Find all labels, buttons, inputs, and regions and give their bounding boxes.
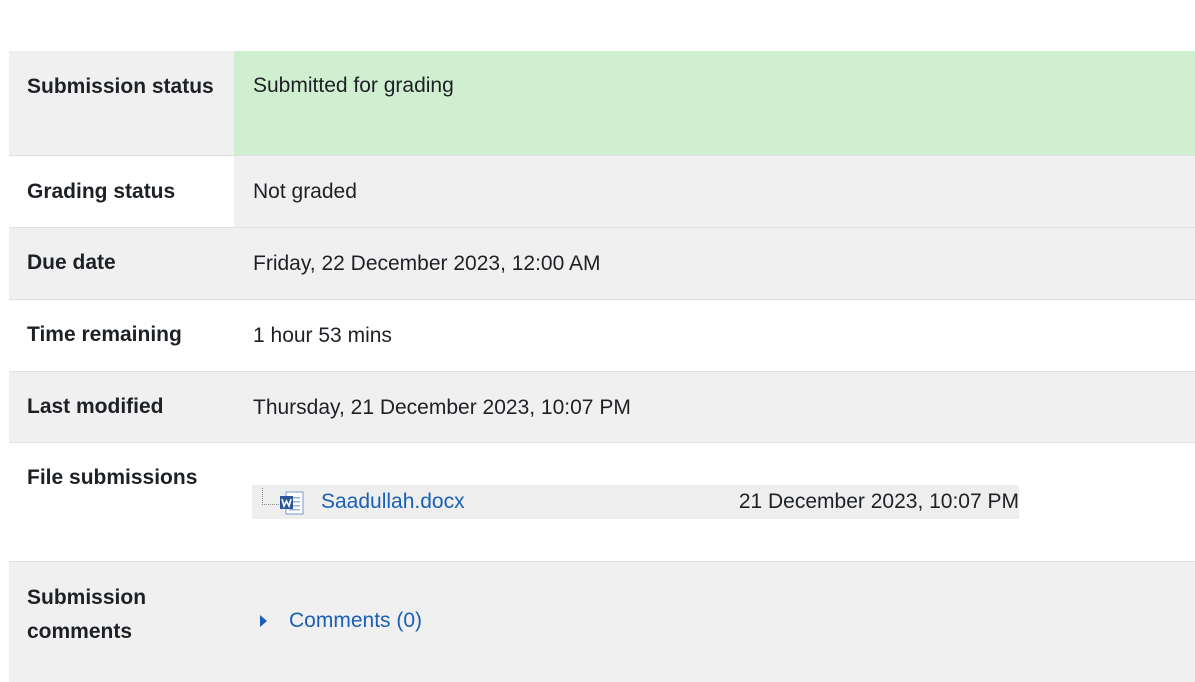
file-date: 21 December 2023, 10:07 PM <box>738 490 1019 513</box>
grading-status-row: Grading status Not graded <box>9 155 1195 227</box>
time-remaining-value: 1 hour 53 mins <box>253 324 392 347</box>
last-modified-label: Last modified <box>27 395 164 418</box>
submission-status-label: Submission status <box>9 51 234 155</box>
submission-status-value: Submitted for grading <box>234 51 1195 155</box>
time-remaining-row: Time remaining 1 hour 53 mins <box>9 299 1195 371</box>
grading-status-value: Not graded <box>234 156 1195 227</box>
caret-right-icon <box>260 615 267 627</box>
file-tree-item: Saadullah.docx 21 December 2023, 10:07 P… <box>252 485 1019 519</box>
word-document-icon <box>280 491 304 515</box>
time-remaining-label: Time remaining <box>27 323 182 346</box>
submission-status-table: Submission status Submitted for grading … <box>9 51 1195 682</box>
comments-toggle-label: Comments (0) <box>289 609 423 632</box>
due-date-row: Due date Friday, 22 December 2023, 12:00… <box>9 227 1195 299</box>
submission-comments-label: Submission comments <box>27 586 147 643</box>
file-submissions-row: File submissions Saadullah.docx 21 Decem… <box>9 442 1195 561</box>
last-modified-value: Thursday, 21 December 2023, 10:07 PM <box>253 396 631 419</box>
comments-toggle[interactable]: Comments (0) <box>260 607 422 635</box>
grading-status-label: Grading status <box>9 156 234 227</box>
submission-comments-value: Comments (0) <box>234 562 1195 682</box>
submission-comments-row: Submission comments Comments (0) <box>9 561 1195 682</box>
submission-status-row: Submission status Submitted for grading <box>9 51 1195 155</box>
file-link[interactable]: Saadullah.docx <box>321 488 465 516</box>
due-date-value: Friday, 22 December 2023, 12:00 AM <box>253 252 601 275</box>
last-modified-row: Last modified Thursday, 21 December 2023… <box>9 371 1195 442</box>
file-submissions-value: Saadullah.docx 21 December 2023, 10:07 P… <box>234 443 1195 561</box>
file-submissions-label: File submissions <box>27 466 198 489</box>
tree-connector <box>262 488 279 505</box>
due-date-label: Due date <box>27 251 116 274</box>
